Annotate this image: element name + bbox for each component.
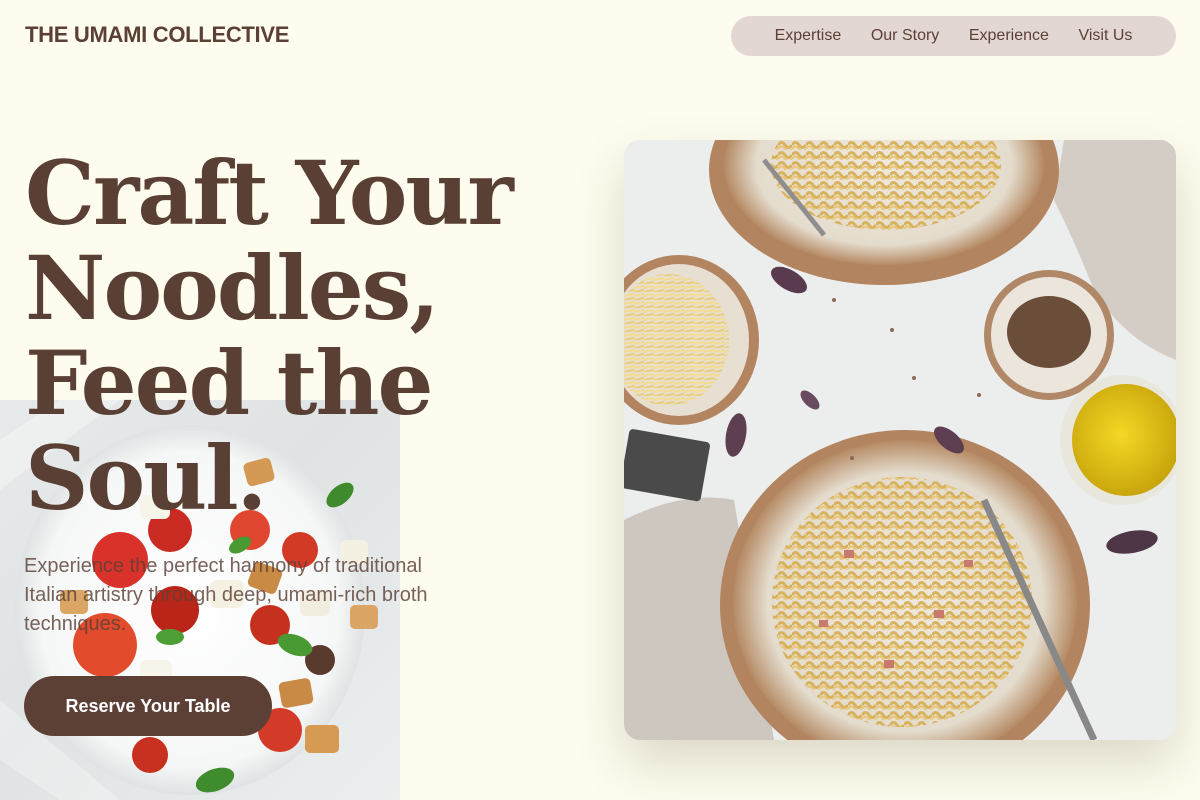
reserve-table-button[interactable]: Reserve Your Table [24, 676, 272, 736]
pasta-photo [624, 140, 1176, 740]
brand-logo[interactable]: THE UMAMI COLLECTIVE [25, 22, 289, 48]
nav-item-expertise[interactable]: Expertise [775, 27, 842, 45]
page: THE UMAMI COLLECTIVE Expertise Our Story… [0, 0, 1200, 800]
pasta-illustration [624, 140, 1176, 740]
hero-title: Craft Your Noodles, Feed the Soul. [25, 146, 585, 526]
nav-item-visit-us[interactable]: Visit Us [1078, 27, 1132, 45]
hero-subtitle: Experience the perfect harmony of tradit… [24, 555, 428, 635]
hero-title-line: Feed the [25, 331, 433, 435]
hero-title-line: Soul. [25, 426, 267, 530]
nav-item-our-story[interactable]: Our Story [871, 27, 939, 45]
main-nav: Expertise Our Story Experience Visit Us [731, 16, 1176, 56]
hero-title-line: Craft Your [25, 141, 514, 245]
hero-title-line: Noodles, [25, 236, 440, 340]
nav-item-experience[interactable]: Experience [969, 27, 1049, 45]
